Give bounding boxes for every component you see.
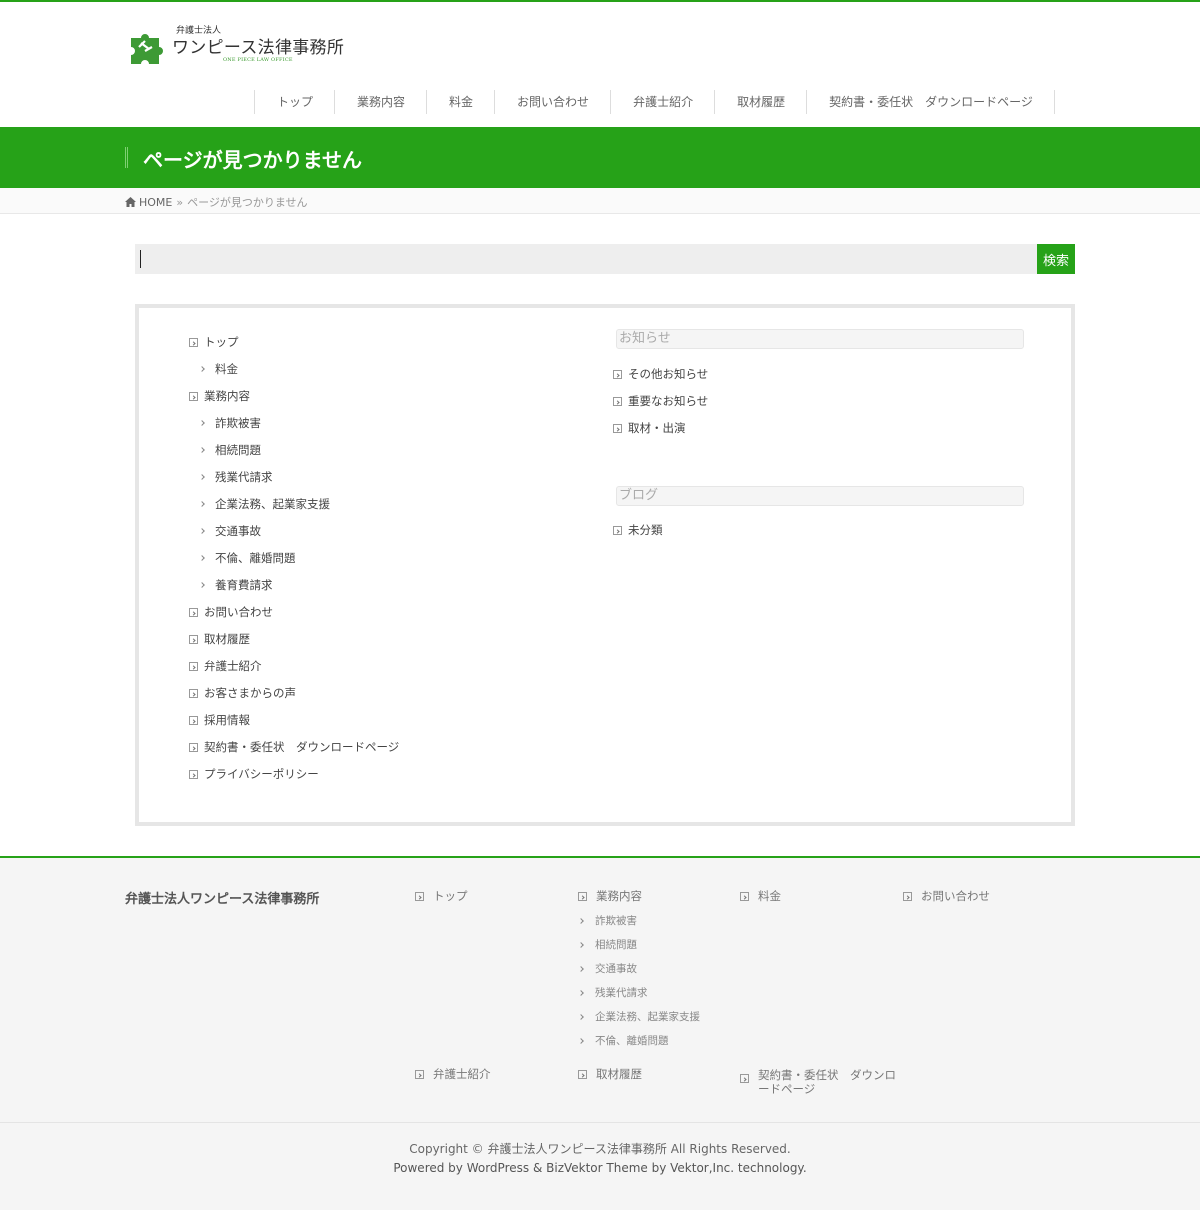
chevron-right-icon xyxy=(200,447,206,453)
site-header: 弁護士法人 ワンピース法律事務所 ONE PIECE LAW OFFICE トッ… xyxy=(0,2,1200,127)
footer-link-services[interactable]: 業務内容 xyxy=(578,888,642,904)
sitemap-subpage-link[interactable]: 養育費請求 xyxy=(200,577,273,593)
footer-link-contact[interactable]: お問い合わせ xyxy=(903,888,990,904)
page-title: ページが見つかりません xyxy=(143,148,362,172)
footer-site-name[interactable]: 弁護士法人ワンピース法律事務所 xyxy=(125,888,319,907)
global-nav: トップ 業務内容 料金 お問い合わせ 弁護士紹介 取材履歴 契約書・委任状 ダウ… xyxy=(254,90,1055,114)
footer-divider xyxy=(0,1122,1200,1123)
chevron-right-icon xyxy=(579,1014,585,1020)
logo-english: ONE PIECE LAW OFFICE xyxy=(223,57,293,63)
link-square-icon xyxy=(189,715,198,725)
news-widget-title: お知らせ xyxy=(616,329,1024,349)
chevron-right-icon xyxy=(200,555,206,561)
link-square-icon xyxy=(189,742,198,752)
news-item[interactable]: その他お知らせ xyxy=(613,366,708,382)
link-square-icon xyxy=(189,688,198,698)
footer-sublink[interactable]: 交通事故 xyxy=(579,961,637,976)
nav-top[interactable]: トップ xyxy=(255,90,336,114)
link-square-icon xyxy=(189,634,198,644)
logo-title: ワンピース法律事務所 xyxy=(172,38,345,58)
sitemap-subpage-link[interactable]: 不倫、離婚問題 xyxy=(200,550,296,566)
sitemap-subpage-link[interactable]: 相続問題 xyxy=(200,442,261,458)
home-icon xyxy=(125,197,136,207)
nav-fees[interactable]: 料金 xyxy=(427,90,496,114)
chevron-right-icon xyxy=(200,420,206,426)
chevron-right-icon xyxy=(579,918,585,924)
footer-sublink[interactable]: 不倫、離婚問題 xyxy=(579,1033,669,1048)
link-square-icon xyxy=(415,1069,424,1079)
link-square-icon xyxy=(613,369,622,379)
footer-sublink[interactable]: 企業法務、起業家支援 xyxy=(579,1009,700,1024)
breadcrumb-current: ページが見つかりません xyxy=(187,196,308,209)
sitemap-page-link[interactable]: 契約書・委任状 ダウンロードページ xyxy=(189,739,399,755)
footer-link-fees[interactable]: 料金 xyxy=(740,888,781,904)
site-logo[interactable]: 弁護士法人 ワンピース法律事務所 ONE PIECE LAW OFFICE xyxy=(127,22,357,68)
link-square-icon xyxy=(578,1069,587,1079)
link-square-icon xyxy=(613,396,622,406)
link-square-icon xyxy=(189,769,198,779)
search-button[interactable]: 検索 xyxy=(1037,244,1075,274)
chevron-right-icon xyxy=(579,1038,585,1044)
link-square-icon xyxy=(740,891,749,901)
link-square-icon xyxy=(903,891,912,901)
breadcrumb-separator: » xyxy=(176,195,184,209)
sitemap-page-link[interactable]: 採用情報 xyxy=(189,712,250,728)
footer-sublink[interactable]: 残業代請求 xyxy=(579,985,648,1000)
blog-item[interactable]: 未分類 xyxy=(613,522,663,538)
chevron-right-icon xyxy=(200,582,206,588)
chevron-right-icon xyxy=(579,966,585,972)
sitemap-subpage-link[interactable]: 企業法務、起業家支援 xyxy=(200,496,330,512)
footer-sublink[interactable]: 相続問題 xyxy=(579,937,637,952)
sitemap-page-link[interactable]: プライバシーポリシー xyxy=(189,766,319,782)
chevron-right-icon xyxy=(200,366,206,372)
chevron-right-icon xyxy=(200,528,206,534)
sitemap-page-link[interactable]: お客さまからの声 xyxy=(189,685,296,701)
chevron-right-icon xyxy=(579,942,585,948)
news-item[interactable]: 取材・出演 xyxy=(613,420,686,436)
sitemap-subpage-link[interactable]: 残業代請求 xyxy=(200,469,273,485)
sitemap-panel: トップ料金業務内容詐欺被害相続問題残業代請求企業法務、起業家支援 交通事故不倫、離… xyxy=(135,304,1075,826)
puzzle-logo-icon xyxy=(131,34,163,64)
link-square-icon xyxy=(613,423,622,433)
footer-link-top[interactable]: トップ xyxy=(415,888,468,904)
copyright-text: Copyright © 弁護士法人ワンピース法律事務所 All Rights R… xyxy=(409,1142,791,1156)
sitemap-page-link[interactable]: お問い合わせ xyxy=(189,604,273,620)
nav-media[interactable]: 取材履歴 xyxy=(715,90,808,114)
footer-link-media[interactable]: 取材履歴 xyxy=(578,1066,642,1082)
link-square-icon xyxy=(189,661,198,671)
page-title-band: ページが見つかりません xyxy=(0,127,1200,188)
search-input[interactable] xyxy=(135,244,1037,274)
sitemap-page-link[interactable]: 取材履歴 xyxy=(189,631,250,647)
nav-contact[interactable]: お問い合わせ xyxy=(495,90,612,114)
link-square-icon xyxy=(189,607,198,617)
news-item[interactable]: 重要なお知らせ xyxy=(613,393,708,409)
link-square-icon xyxy=(740,1074,749,1083)
link-square-icon xyxy=(415,891,424,901)
text-cursor xyxy=(140,250,141,268)
link-square-icon xyxy=(613,525,622,535)
blog-widget-title: ブログ xyxy=(616,486,1024,506)
sitemap-subpage-link[interactable]: 交通事故 xyxy=(200,523,261,539)
powered-by-text: Powered by WordPress & BizVektor Theme b… xyxy=(393,1161,807,1175)
breadcrumb-home-link[interactable]: HOME xyxy=(139,196,172,209)
nav-lawyers[interactable]: 弁護士紹介 xyxy=(611,90,716,114)
link-square-icon xyxy=(189,391,198,401)
footer-sublink[interactable]: 詐欺被害 xyxy=(579,913,637,928)
chevron-right-icon xyxy=(200,474,206,480)
sitemap-page-link[interactable]: トップ xyxy=(189,334,239,350)
nav-downloads[interactable]: 契約書・委任状 ダウンロードページ xyxy=(807,90,1055,114)
sitemap-subpage-link[interactable]: 詐欺被害 xyxy=(200,415,261,431)
link-square-icon xyxy=(578,891,587,901)
sitemap-page-link[interactable]: 業務内容 xyxy=(189,388,250,404)
footer-link-downloads[interactable]: 契約書・委任状 ダウンロードページ xyxy=(740,1068,898,1096)
sitemap-subpage-link[interactable]: 料金 xyxy=(200,361,238,377)
footer-link-lawyers[interactable]: 弁護士紹介 xyxy=(415,1066,491,1082)
breadcrumb: HOME » ページが見つかりません xyxy=(0,188,1200,214)
title-decoration xyxy=(125,147,128,168)
chevron-right-icon xyxy=(579,990,585,996)
link-square-icon xyxy=(189,337,198,347)
sitemap-page-link[interactable]: 弁護士紹介 xyxy=(189,658,262,674)
chevron-right-icon xyxy=(200,501,206,507)
nav-services[interactable]: 業務内容 xyxy=(335,90,428,114)
